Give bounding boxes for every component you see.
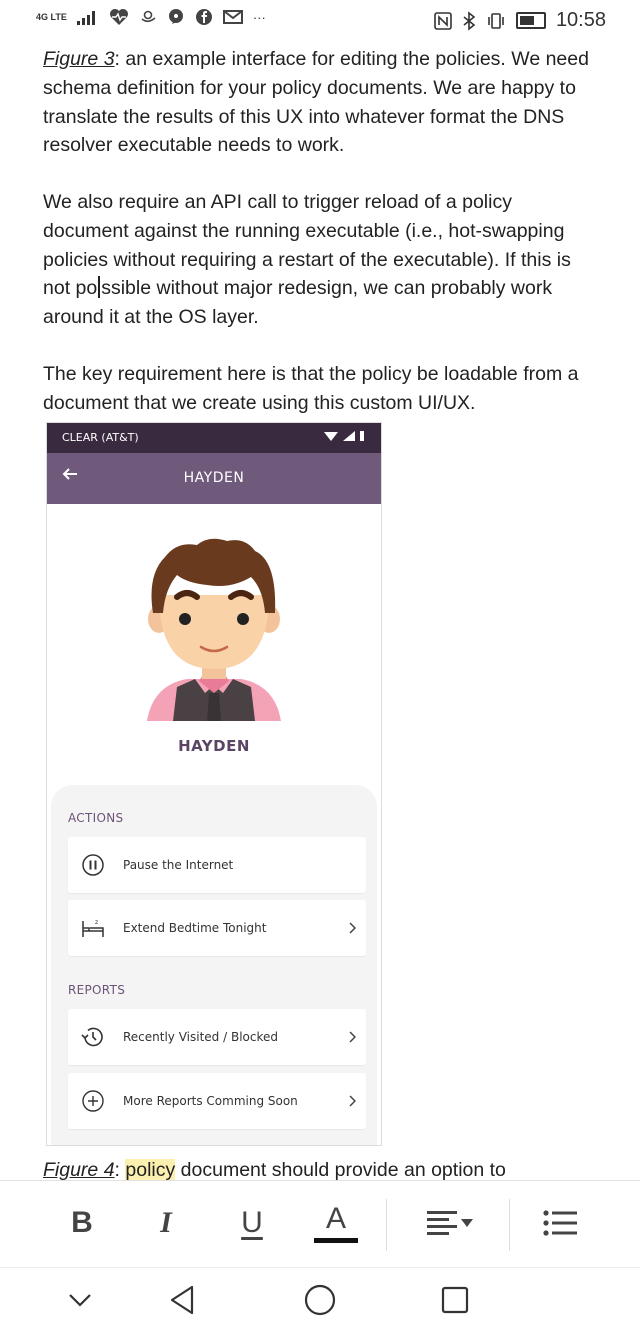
reports-heading: REPORTS [68,983,126,997]
profile-name: HAYDEN [178,737,250,755]
formatting-toolbar: B I U A [0,1180,640,1267]
back-button[interactable] [162,1280,202,1320]
network-type: 4G LTE [36,11,67,22]
figure-4-colon: : [114,1159,126,1181]
text-cursor [98,276,101,299]
figure-3-ref: Figure 3 [43,48,115,70]
paragraph-4-text: document should provide an option to [175,1159,506,1181]
more-notifications-icon: ··· [252,9,266,25]
pause-internet-row[interactable]: Pause the Internet [68,837,366,893]
text-color-swatch [314,1237,358,1243]
bluetooth-icon [463,10,476,31]
nfc-icon [434,11,452,30]
facebook-icon [195,9,212,25]
avatar [147,538,281,721]
chevron-right-icon [349,1031,356,1043]
recents-square-icon [441,1286,469,1314]
signal-icon [76,11,95,25]
clock: 10:58 [555,9,606,31]
bold-button[interactable]: B [64,1203,100,1243]
wifi-icon [324,432,338,441]
extend-bedtime-label: Extend Bedtime Tonight [123,921,267,935]
chevron-down-icon [69,1294,91,1307]
vibrate-icon [488,12,504,29]
health-heart-icon [109,9,128,25]
bullet-list-icon [543,1210,577,1236]
app-header: HAYDEN [47,453,381,504]
more-reports-label: More Reports Comming Soon [123,1094,298,1108]
back-triangle-icon [170,1285,194,1315]
paragraph-figure-3[interactable]: Figure 3: an example interface for editi… [43,45,603,160]
app-status-icons [324,430,365,444]
toolbar-divider [386,1199,387,1251]
embedded-app-screenshot[interactable]: CLEAR (AT&T) HAYDEN HAYDEN ACTIONS Pause… [46,422,382,1146]
text-color-button[interactable]: A [314,1203,358,1243]
more-reports-row[interactable]: More Reports Comming Soon [68,1073,366,1129]
recently-visited-row[interactable]: Recently Visited / Blocked [68,1009,366,1065]
italic-button[interactable]: I [148,1203,184,1243]
mail-icon [222,10,243,24]
chevron-down-icon [461,1219,473,1227]
app-header-title: HAYDEN [183,470,245,486]
collapse-keyboard-button[interactable] [60,1280,100,1320]
history-icon [81,1025,105,1049]
figure-4-ref: Figure 4 [43,1159,115,1181]
paragraph-2-text-b: ssible without major redesign, we can pr… [43,277,553,329]
status-right-icons: 10:58 [434,9,606,32]
chevron-right-icon [349,922,356,934]
status-bar: 4G LTE ··· 10:58 [0,0,640,42]
paragraph-1-text: : an example interface for editing the p… [43,48,589,157]
app-battery-icon [360,431,364,441]
extend-bedtime-row[interactable]: z Extend Bedtime Tonight [68,900,366,956]
navigation-bar [0,1267,640,1330]
underline-button[interactable]: U [232,1203,272,1243]
battery-icon [515,12,546,29]
paragraph-key-requirement[interactable]: The key requirement here is that the pol… [43,360,603,418]
pause-circle-icon [81,853,105,877]
recents-button[interactable] [435,1280,475,1320]
cell-signal-icon [342,431,355,441]
highlighted-word: policy [125,1159,176,1181]
toolbar-divider [509,1199,510,1251]
svg-text:z: z [95,919,98,926]
recently-visited-label: Recently Visited / Blocked [123,1030,278,1044]
amazon-icon [141,10,156,23]
text-color-letter: A [325,1201,346,1235]
home-button[interactable] [300,1280,340,1320]
paragraph-api-reload[interactable]: We also require an API call to trigger r… [43,188,603,332]
pause-internet-label: Pause the Internet [123,858,234,872]
bullet-list-button[interactable] [538,1203,582,1243]
plus-circle-icon [81,1089,105,1113]
align-left-icon [427,1211,457,1235]
bed-icon: z [81,916,105,940]
paragraph-3-text: The key requirement here is that the pol… [43,363,579,414]
actions-heading: ACTIONS [68,811,124,825]
actions-card: ACTIONS Pause the Internet z Extend Bedt… [51,785,377,1145]
chevron-right-icon [349,1095,356,1107]
home-circle-icon [304,1284,336,1316]
carrier-label: CLEAR (AT&T) [62,431,139,444]
app-status-bar: CLEAR (AT&T) [47,423,381,453]
align-dropdown[interactable] [420,1203,480,1243]
messenger-icon [168,9,183,24]
status-left-icons: 4G LTE ··· [36,8,266,26]
